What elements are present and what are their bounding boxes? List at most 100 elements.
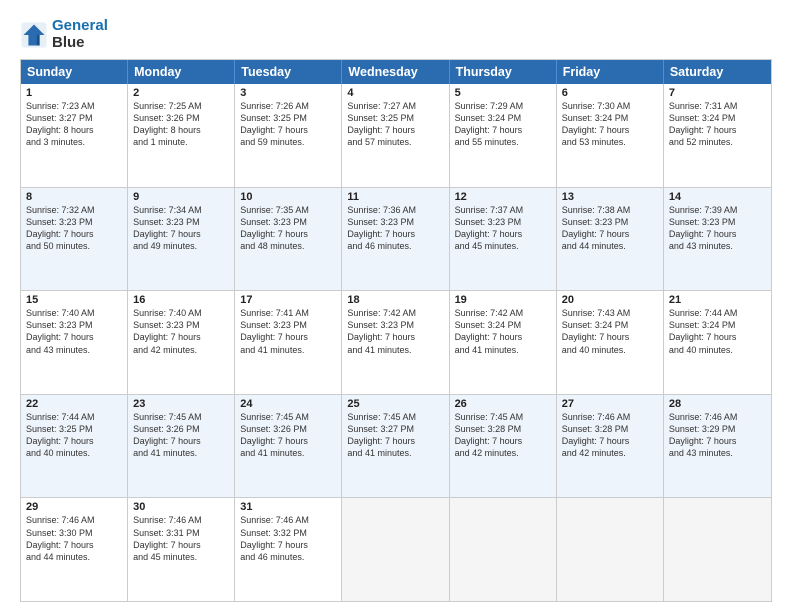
calendar-row-3: 15Sunrise: 7:40 AM Sunset: 3:23 PM Dayli… [21,290,771,394]
day-info: Sunrise: 7:45 AM Sunset: 3:26 PM Dayligh… [240,411,336,460]
day-cell-1: 1Sunrise: 7:23 AM Sunset: 3:27 PM Daylig… [21,84,128,187]
day-number: 10 [240,191,336,203]
empty-cell [450,498,557,601]
empty-cell [342,498,449,601]
day-number: 29 [26,501,122,513]
day-cell-26: 26Sunrise: 7:45 AM Sunset: 3:28 PM Dayli… [450,395,557,498]
page-header: General Blue [20,18,772,51]
day-cell-15: 15Sunrise: 7:40 AM Sunset: 3:23 PM Dayli… [21,291,128,394]
day-cell-9: 9Sunrise: 7:34 AM Sunset: 3:23 PM Daylig… [128,188,235,291]
calendar-row-4: 22Sunrise: 7:44 AM Sunset: 3:25 PM Dayli… [21,394,771,498]
header-day-wednesday: Wednesday [342,60,449,84]
day-info: Sunrise: 7:34 AM Sunset: 3:23 PM Dayligh… [133,204,229,253]
day-info: Sunrise: 7:36 AM Sunset: 3:23 PM Dayligh… [347,204,443,253]
day-number: 3 [240,87,336,99]
header-day-thursday: Thursday [450,60,557,84]
header-day-friday: Friday [557,60,664,84]
calendar-row-5: 29Sunrise: 7:46 AM Sunset: 3:30 PM Dayli… [21,497,771,601]
day-cell-7: 7Sunrise: 7:31 AM Sunset: 3:24 PM Daylig… [664,84,771,187]
day-cell-11: 11Sunrise: 7:36 AM Sunset: 3:23 PM Dayli… [342,188,449,291]
header-day-monday: Monday [128,60,235,84]
day-cell-4: 4Sunrise: 7:27 AM Sunset: 3:25 PM Daylig… [342,84,449,187]
day-cell-28: 28Sunrise: 7:46 AM Sunset: 3:29 PM Dayli… [664,395,771,498]
day-info: Sunrise: 7:46 AM Sunset: 3:30 PM Dayligh… [26,514,122,563]
day-cell-13: 13Sunrise: 7:38 AM Sunset: 3:23 PM Dayli… [557,188,664,291]
day-number: 8 [26,191,122,203]
day-number: 20 [562,294,658,306]
day-info: Sunrise: 7:35 AM Sunset: 3:23 PM Dayligh… [240,204,336,253]
calendar-row-2: 8Sunrise: 7:32 AM Sunset: 3:23 PM Daylig… [21,187,771,291]
day-number: 22 [26,398,122,410]
day-number: 19 [455,294,551,306]
day-number: 7 [669,87,766,99]
day-info: Sunrise: 7:44 AM Sunset: 3:25 PM Dayligh… [26,411,122,460]
day-info: Sunrise: 7:45 AM Sunset: 3:27 PM Dayligh… [347,411,443,460]
empty-cell [664,498,771,601]
header-day-saturday: Saturday [664,60,771,84]
day-number: 1 [26,87,122,99]
day-cell-30: 30Sunrise: 7:46 AM Sunset: 3:31 PM Dayli… [128,498,235,601]
day-info: Sunrise: 7:46 AM Sunset: 3:32 PM Dayligh… [240,514,336,563]
logo: General Blue [20,18,108,51]
day-number: 28 [669,398,766,410]
day-number: 12 [455,191,551,203]
day-number: 27 [562,398,658,410]
day-number: 31 [240,501,336,513]
empty-cell [557,498,664,601]
day-info: Sunrise: 7:37 AM Sunset: 3:23 PM Dayligh… [455,204,551,253]
day-cell-3: 3Sunrise: 7:26 AM Sunset: 3:25 PM Daylig… [235,84,342,187]
day-cell-21: 21Sunrise: 7:44 AM Sunset: 3:24 PM Dayli… [664,291,771,394]
day-number: 6 [562,87,658,99]
day-number: 24 [240,398,336,410]
day-info: Sunrise: 7:40 AM Sunset: 3:23 PM Dayligh… [133,307,229,356]
day-info: Sunrise: 7:29 AM Sunset: 3:24 PM Dayligh… [455,100,551,149]
day-info: Sunrise: 7:27 AM Sunset: 3:25 PM Dayligh… [347,100,443,149]
day-number: 13 [562,191,658,203]
day-number: 5 [455,87,551,99]
day-cell-8: 8Sunrise: 7:32 AM Sunset: 3:23 PM Daylig… [21,188,128,291]
day-cell-17: 17Sunrise: 7:41 AM Sunset: 3:23 PM Dayli… [235,291,342,394]
day-cell-22: 22Sunrise: 7:44 AM Sunset: 3:25 PM Dayli… [21,395,128,498]
day-number: 11 [347,191,443,203]
day-number: 23 [133,398,229,410]
logo-text: General Blue [52,18,108,51]
day-cell-19: 19Sunrise: 7:42 AM Sunset: 3:24 PM Dayli… [450,291,557,394]
calendar-header: SundayMondayTuesdayWednesdayThursdayFrid… [21,60,771,84]
day-cell-31: 31Sunrise: 7:46 AM Sunset: 3:32 PM Dayli… [235,498,342,601]
day-info: Sunrise: 7:31 AM Sunset: 3:24 PM Dayligh… [669,100,766,149]
day-number: 18 [347,294,443,306]
day-cell-5: 5Sunrise: 7:29 AM Sunset: 3:24 PM Daylig… [450,84,557,187]
day-cell-29: 29Sunrise: 7:46 AM Sunset: 3:30 PM Dayli… [21,498,128,601]
day-info: Sunrise: 7:46 AM Sunset: 3:28 PM Dayligh… [562,411,658,460]
day-info: Sunrise: 7:46 AM Sunset: 3:31 PM Dayligh… [133,514,229,563]
day-info: Sunrise: 7:44 AM Sunset: 3:24 PM Dayligh… [669,307,766,356]
day-cell-27: 27Sunrise: 7:46 AM Sunset: 3:28 PM Dayli… [557,395,664,498]
day-info: Sunrise: 7:45 AM Sunset: 3:28 PM Dayligh… [455,411,551,460]
day-info: Sunrise: 7:46 AM Sunset: 3:29 PM Dayligh… [669,411,766,460]
calendar: SundayMondayTuesdayWednesdayThursdayFrid… [20,59,772,602]
day-info: Sunrise: 7:38 AM Sunset: 3:23 PM Dayligh… [562,204,658,253]
header-day-tuesday: Tuesday [235,60,342,84]
day-cell-14: 14Sunrise: 7:39 AM Sunset: 3:23 PM Dayli… [664,188,771,291]
day-number: 16 [133,294,229,306]
day-cell-12: 12Sunrise: 7:37 AM Sunset: 3:23 PM Dayli… [450,188,557,291]
day-info: Sunrise: 7:32 AM Sunset: 3:23 PM Dayligh… [26,204,122,253]
day-number: 17 [240,294,336,306]
day-info: Sunrise: 7:25 AM Sunset: 3:26 PM Dayligh… [133,100,229,149]
calendar-row-1: 1Sunrise: 7:23 AM Sunset: 3:27 PM Daylig… [21,84,771,187]
day-cell-20: 20Sunrise: 7:43 AM Sunset: 3:24 PM Dayli… [557,291,664,394]
day-number: 25 [347,398,443,410]
day-info: Sunrise: 7:43 AM Sunset: 3:24 PM Dayligh… [562,307,658,356]
day-cell-2: 2Sunrise: 7:25 AM Sunset: 3:26 PM Daylig… [128,84,235,187]
day-cell-16: 16Sunrise: 7:40 AM Sunset: 3:23 PM Dayli… [128,291,235,394]
logo-icon [20,21,48,49]
day-info: Sunrise: 7:39 AM Sunset: 3:23 PM Dayligh… [669,204,766,253]
day-number: 14 [669,191,766,203]
day-info: Sunrise: 7:41 AM Sunset: 3:23 PM Dayligh… [240,307,336,356]
day-info: Sunrise: 7:30 AM Sunset: 3:24 PM Dayligh… [562,100,658,149]
day-number: 30 [133,501,229,513]
header-day-sunday: Sunday [21,60,128,84]
day-info: Sunrise: 7:42 AM Sunset: 3:24 PM Dayligh… [455,307,551,356]
day-number: 2 [133,87,229,99]
day-cell-18: 18Sunrise: 7:42 AM Sunset: 3:23 PM Dayli… [342,291,449,394]
